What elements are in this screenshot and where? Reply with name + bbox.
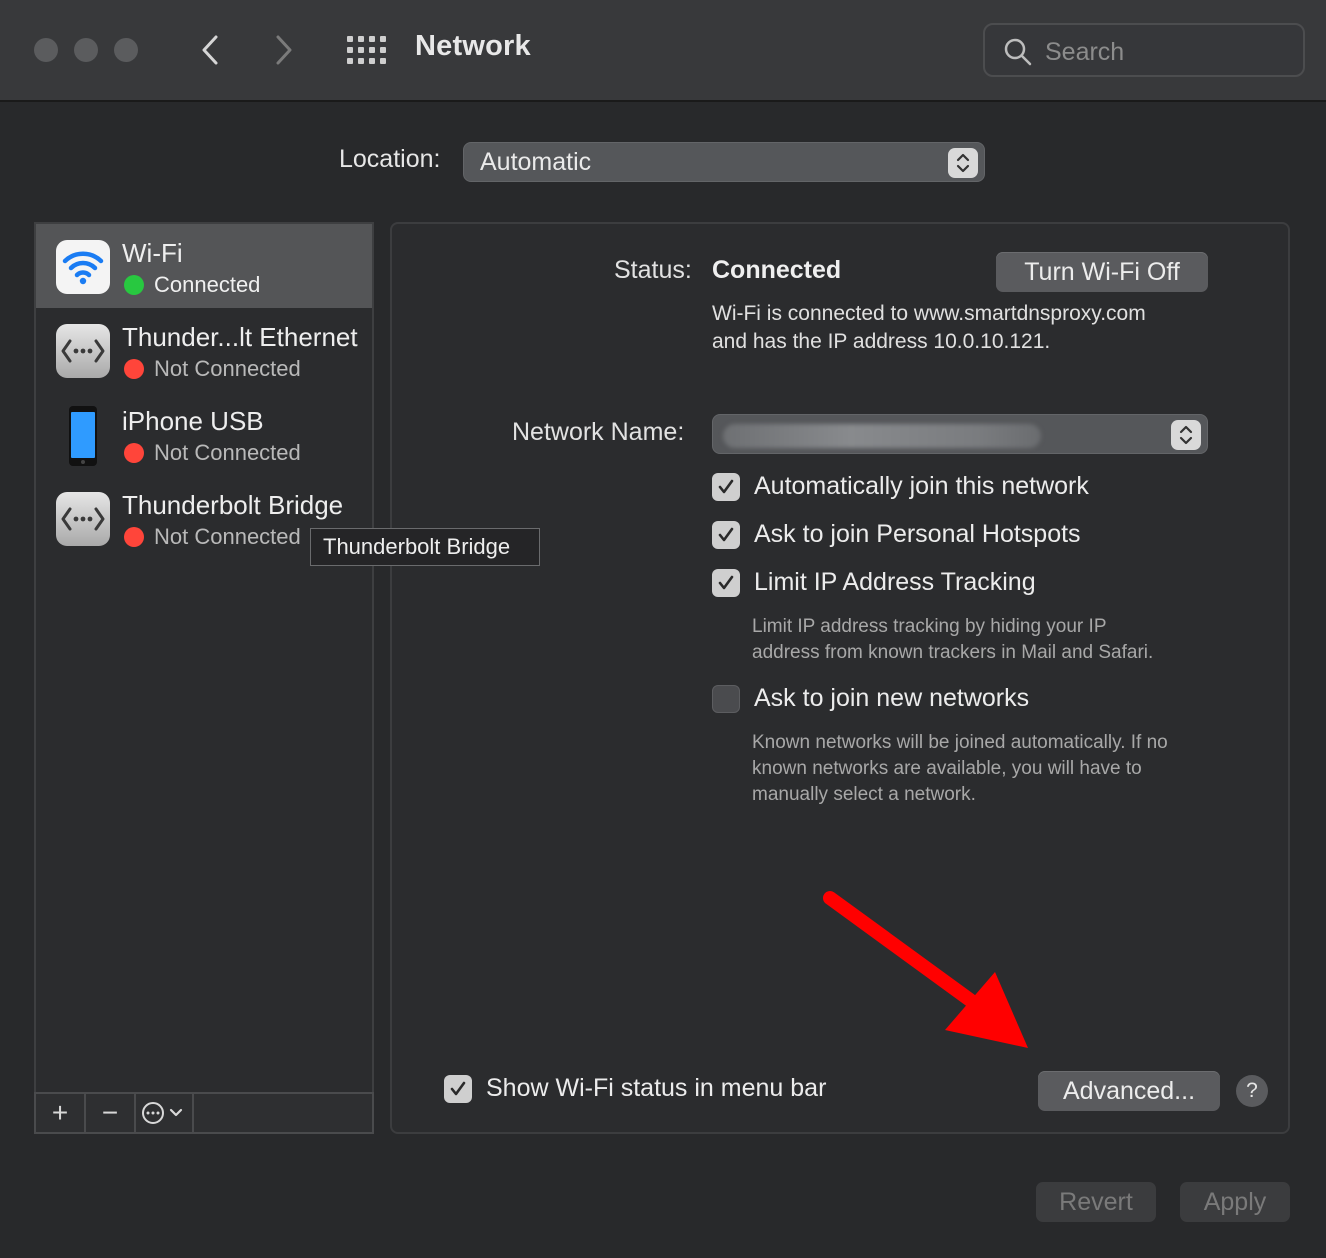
status-dot-green: [124, 275, 144, 295]
auto-join-checkbox-row[interactable]: Automatically join this network: [712, 472, 1089, 501]
checkbox-label: Automatically join this network: [754, 472, 1089, 500]
minimize-window-button[interactable]: [74, 38, 98, 62]
tooltip: Thunderbolt Bridge: [310, 528, 540, 566]
iphone-icon: [56, 406, 110, 466]
ethernet-icon: [56, 324, 110, 378]
turn-wifi-off-button[interactable]: Turn Wi-Fi Off: [996, 252, 1208, 292]
network-preferences-window: Network Search Location: Automatic Wi-Fi…: [0, 0, 1326, 1258]
limit-ip-note-line2: address from known trackers in Mail and …: [752, 642, 1154, 663]
status-dot-red: [124, 443, 144, 463]
window-title: Network: [415, 30, 531, 62]
status-value: Connected: [712, 256, 842, 284]
limit-ip-tracking-checkbox-row[interactable]: Limit IP Address Tracking: [712, 568, 1036, 597]
action-menu-button[interactable]: [136, 1094, 194, 1132]
wifi-icon: [56, 240, 110, 294]
checkbox-label: Show Wi-Fi status in menu bar: [486, 1074, 827, 1102]
service-list: Wi-Fi Connected Thunder...lt Ethernet No…: [34, 222, 374, 1092]
checkmark-icon: [718, 575, 734, 589]
checkbox-label: Ask to join Personal Hotspots: [754, 520, 1081, 548]
search-placeholder: Search: [1045, 38, 1125, 66]
checkbox-checked[interactable]: [712, 472, 740, 501]
show-all-grid-icon[interactable]: [345, 36, 386, 64]
close-window-button[interactable]: [34, 38, 58, 62]
plus-icon: +: [51, 1097, 69, 1128]
zoom-window-button[interactable]: [114, 38, 138, 62]
service-list-toolbar: + −: [34, 1092, 374, 1134]
checkmark-icon: [718, 527, 734, 541]
popup-stepper-icon: [1171, 420, 1201, 450]
service-name: Wi-Fi: [122, 238, 183, 268]
apply-button[interactable]: Apply: [1180, 1182, 1290, 1222]
bridge-icon: [56, 492, 110, 546]
network-name-popup[interactable]: [712, 414, 1208, 454]
checkbox-checked[interactable]: [444, 1074, 472, 1103]
redacted-network-name: [723, 424, 1041, 448]
popup-stepper-icon: [948, 148, 978, 178]
service-item-iphone-usb[interactable]: iPhone USB Not Connected: [36, 392, 372, 476]
checkbox-checked[interactable]: [712, 520, 740, 549]
ask-join-note-line2: known networks are available, you will h…: [752, 758, 1142, 779]
location-popup[interactable]: Automatic: [463, 142, 985, 182]
personal-hotspots-checkbox-row[interactable]: Ask to join Personal Hotspots: [712, 520, 1081, 549]
remove-service-button[interactable]: −: [86, 1094, 136, 1132]
show-wifi-status-checkbox-row[interactable]: Show Wi-Fi status in menu bar: [444, 1074, 826, 1103]
search-field[interactable]: Search: [983, 23, 1305, 77]
service-status: Connected: [154, 272, 261, 297]
advanced-button[interactable]: Advanced...: [1038, 1071, 1220, 1111]
revert-button[interactable]: Revert: [1036, 1182, 1156, 1222]
checkmark-icon: [718, 479, 734, 493]
back-button[interactable]: [190, 28, 230, 72]
status-label: Status:: [614, 256, 692, 284]
red-arrow-annotation: [823, 891, 1028, 1048]
chevron-right-icon: [276, 35, 292, 65]
add-service-button[interactable]: +: [36, 1094, 86, 1132]
ask-join-note-line3: manually select a network.: [752, 784, 976, 805]
location-label: Location:: [339, 145, 441, 173]
service-item-thunderbolt-ethernet[interactable]: Thunder...lt Ethernet Not Connected: [36, 308, 372, 392]
checkbox-unchecked[interactable]: [712, 684, 740, 713]
chevron-left-icon: [202, 35, 218, 65]
service-name: Thunderbolt Bridge: [122, 490, 344, 520]
minus-icon: −: [101, 1097, 119, 1128]
checkbox-label: Limit IP Address Tracking: [754, 568, 1036, 596]
status-description-line2: and has the IP address 10.0.10.121.: [712, 330, 1051, 353]
status-description-line1: Wi-Fi is connected to www.smartdnsproxy.…: [712, 302, 1146, 325]
ask-join-note-line1: Known networks will be joined automatica…: [752, 732, 1168, 753]
titlebar: Network Search: [0, 0, 1326, 102]
checkbox-label: Ask to join new networks: [754, 684, 1030, 712]
location-value: Automatic: [480, 148, 592, 176]
checkbox-checked[interactable]: [712, 568, 740, 597]
network-name-label: Network Name:: [512, 418, 685, 446]
service-status: Not Connected: [154, 524, 301, 549]
checkmark-icon: [450, 1081, 466, 1095]
service-name: iPhone USB: [122, 406, 264, 436]
search-icon: [1004, 38, 1032, 66]
service-item-wifi[interactable]: Wi-Fi Connected: [36, 224, 372, 308]
service-status: Not Connected: [154, 356, 301, 381]
status-dot-red: [124, 527, 144, 547]
service-status: Not Connected: [154, 440, 301, 465]
status-dot-red: [124, 359, 144, 379]
service-name: Thunder...lt Ethernet: [122, 322, 358, 352]
ask-join-new-networks-checkbox-row[interactable]: Ask to join new networks: [712, 684, 1029, 713]
ellipsis-circle-icon: [142, 1102, 183, 1124]
limit-ip-note-line1: Limit IP address tracking by hiding your…: [752, 616, 1107, 637]
forward-button[interactable]: [264, 28, 304, 72]
help-button[interactable]: ?: [1236, 1075, 1268, 1107]
